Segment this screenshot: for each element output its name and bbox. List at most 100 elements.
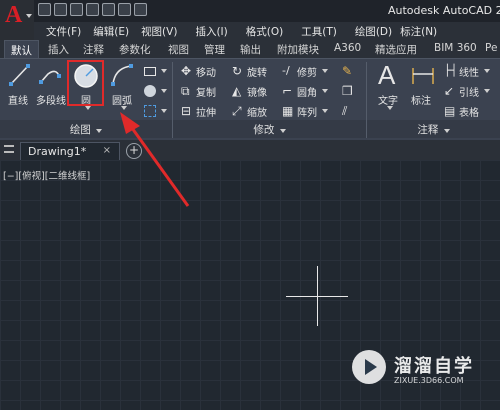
hatch-icon	[144, 85, 156, 97]
leader-button[interactable]: ↙ 引线	[444, 84, 490, 99]
open-file-icon[interactable]	[54, 3, 67, 16]
new-file-icon[interactable]	[38, 3, 51, 16]
annotation-panel-footer[interactable]: 注释	[367, 120, 500, 138]
table-button[interactable]: ▤ 表格	[444, 104, 479, 119]
dimension-button[interactable]: 标注	[408, 62, 438, 112]
chevron-down-icon	[443, 129, 450, 133]
menu-tools[interactable]: 工具(T)	[301, 22, 337, 40]
tab-addins[interactable]: 附加模块	[277, 40, 319, 58]
polyline-icon	[39, 70, 61, 84]
explode-button[interactable]: ❒	[342, 84, 354, 98]
menu-view[interactable]: 视图(V)	[141, 22, 177, 40]
erase-button[interactable]: ✎	[342, 64, 354, 78]
tab-insert[interactable]: 插入	[48, 40, 69, 58]
move-label: 移动	[196, 67, 216, 79]
tab-output[interactable]: 输出	[240, 40, 261, 58]
chevron-down-icon	[322, 109, 328, 113]
stretch-button[interactable]: ⊟ 拉伸	[181, 104, 216, 119]
annotation-panel-title: 注释	[417, 124, 439, 136]
watermark-name: 溜溜自学	[394, 356, 474, 377]
array-button[interactable]: ▦ 阵列	[282, 104, 328, 119]
copy-button[interactable]: ⧉ 复制	[181, 84, 216, 99]
array-label: 阵列	[297, 107, 317, 119]
array-icon: ▦	[282, 104, 294, 118]
text-button[interactable]: A 文字	[374, 60, 404, 112]
trim-button[interactable]: -/ 修剪	[282, 64, 328, 79]
autocad-logo-icon: A	[5, 2, 23, 28]
drawing-tab-label: Drawing1*	[28, 145, 87, 158]
menu-insert[interactable]: 插入(I)	[195, 22, 227, 40]
menu-draw[interactable]: 绘图(D)	[355, 22, 392, 40]
menu-bar: 文件(F) 编辑(E) 视图(V) 插入(I) 格式(O) 工具(T) 绘图(D…	[34, 22, 500, 40]
tab-view[interactable]: 视图	[168, 40, 189, 58]
drawing-tab[interactable]: Drawing1* ×	[20, 142, 120, 160]
menu-dimension[interactable]: 标注(N)	[400, 22, 437, 40]
erase-icon: ✎	[342, 64, 353, 78]
close-icon[interactable]: ×	[103, 145, 111, 156]
offset-icon: ⫽	[342, 104, 348, 118]
tab-performance[interactable]: Pe	[485, 40, 497, 58]
text-icon: A	[378, 60, 396, 90]
fillet-icon: ⌐	[282, 84, 293, 98]
polyline-label: 多段线	[36, 96, 66, 107]
leader-label: 引线	[459, 87, 479, 99]
table-icon: ▤	[444, 104, 456, 118]
scale-button[interactable]: ⤢ 缩放	[232, 104, 267, 119]
tab-parametric[interactable]: 参数化	[119, 40, 151, 58]
redo-icon[interactable]	[134, 3, 147, 16]
crosshair-cursor-vertical	[317, 266, 318, 326]
arc-button[interactable]: 圆弧	[108, 62, 138, 112]
mirror-button[interactable]: ◭ 镜像	[232, 84, 267, 99]
draw-panel-title: 绘图	[69, 124, 91, 136]
move-button[interactable]: ✥ 移动	[181, 64, 216, 79]
chevron-down-icon	[161, 89, 167, 93]
chevron-down-icon	[387, 106, 393, 110]
scale-label: 缩放	[247, 107, 267, 119]
offset-button[interactable]: ⫽	[342, 104, 354, 118]
chevron-down-icon	[121, 106, 127, 110]
tab-manage[interactable]: 管理	[204, 40, 225, 58]
menu-file[interactable]: 文件(F)	[46, 22, 81, 40]
line-icon	[9, 64, 30, 86]
mirror-icon: ◭	[232, 84, 242, 98]
application-menu-button[interactable]: A	[0, 0, 34, 40]
menu-edit[interactable]: 编辑(E)	[93, 22, 129, 40]
viewport-controls[interactable]: [−][俯视][二维线框]	[3, 168, 90, 182]
line-button[interactable]: 直线	[6, 62, 32, 108]
window-title: Autodesk AutoCAD 2017	[388, 4, 500, 17]
fillet-button[interactable]: ⌐ 圆角	[282, 84, 328, 99]
chevron-down-icon	[26, 14, 32, 18]
new-drawing-button[interactable]: +	[126, 143, 142, 159]
tab-a360[interactable]: A360	[334, 40, 361, 58]
leader-icon: ↙	[444, 84, 455, 98]
dimension-label: 标注	[411, 96, 431, 107]
print-icon[interactable]	[102, 3, 115, 16]
chevron-down-icon	[322, 89, 328, 93]
save-as-icon[interactable]	[86, 3, 99, 16]
draw-panel-footer[interactable]: 绘图	[0, 120, 172, 138]
hatch-button[interactable]	[144, 84, 167, 98]
watermark-url: ZIXUE.3D66.COM	[394, 376, 464, 385]
rotate-button[interactable]: ↻ 旋转	[232, 64, 267, 79]
text-label: 文字	[378, 96, 398, 107]
stretch-label: 拉伸	[196, 107, 216, 119]
modify-panel-footer[interactable]: 修改	[173, 120, 366, 138]
linear-button[interactable]: ├┤ 线性	[444, 64, 490, 79]
tab-default[interactable]: 默认	[4, 40, 39, 58]
polyline-button[interactable]: 多段线	[36, 62, 66, 108]
rectangle-button[interactable]	[144, 64, 167, 78]
scale-icon: ⤢	[232, 104, 242, 118]
tab-bim360[interactable]: BIM 360	[434, 40, 477, 58]
rotate-icon: ↻	[232, 64, 243, 78]
save-icon[interactable]	[70, 3, 83, 16]
tab-annotate[interactable]: 注释	[83, 40, 104, 58]
undo-icon[interactable]	[118, 3, 131, 16]
tab-featured-apps[interactable]: 精选应用	[375, 40, 417, 58]
menu-format[interactable]: 格式(O)	[246, 22, 283, 40]
trim-label: 修剪	[297, 67, 317, 79]
mirror-label: 镜像	[247, 87, 267, 99]
menu-icon[interactable]	[4, 145, 14, 153]
line-label: 直线	[8, 96, 28, 107]
modify-panel-title: 修改	[253, 124, 275, 136]
boundary-button[interactable]	[144, 104, 167, 118]
